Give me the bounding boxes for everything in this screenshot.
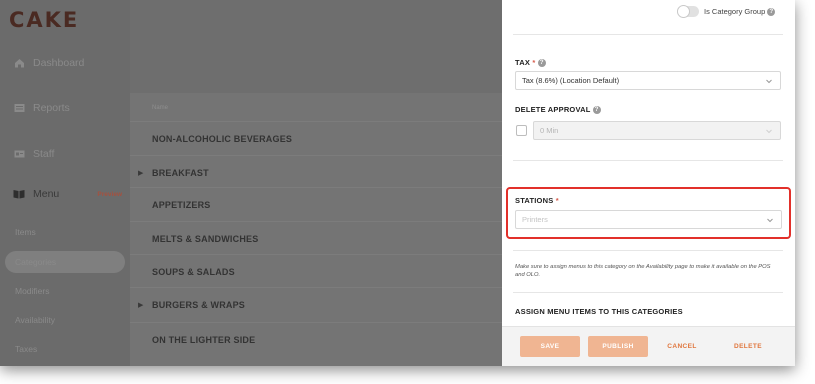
table-row[interactable]: ▶ BURGERS & WRAPS	[130, 287, 502, 321]
delete-approval-value: 0 Min	[540, 126, 559, 135]
divider	[513, 250, 783, 251]
sidebar-item-label: Menu	[33, 188, 60, 200]
help-icon[interactable]: ?	[592, 106, 601, 115]
staff-icon	[13, 149, 25, 159]
app-window: CAKE Dashboard Reports Staff Menu Previe…	[0, 0, 795, 366]
chevron-down-icon	[766, 79, 772, 84]
expand-caret-icon[interactable]: ▶	[138, 301, 143, 309]
delete-approval-label-text: DELETE APPROVAL	[515, 105, 591, 114]
category-name: ON THE LIGHTER SIDE	[152, 334, 256, 345]
sidebar-subitem-items[interactable]: Items	[0, 221, 130, 243]
category-group-label-text: Is Category Group	[704, 7, 766, 16]
table-row[interactable]: MELTS & SANDWICHES	[130, 221, 502, 255]
publish-button[interactable]: PUBLISH	[588, 336, 648, 357]
category-name: MELTS & SANDWICHES	[152, 233, 259, 244]
required-mark: *	[555, 196, 559, 205]
assign-items-heading: ASSIGN MENU ITEMS TO THIS CATEGORIES	[515, 307, 683, 316]
tax-label-text: TAX	[515, 58, 531, 67]
category-group-label: Is Category Group ?	[704, 7, 776, 17]
menu-book-icon	[13, 189, 25, 199]
toggle-knob	[677, 5, 690, 18]
help-icon[interactable]: ?	[767, 8, 776, 17]
sidebar-item-label: Staff	[33, 148, 55, 160]
delete-button[interactable]: DELETE	[720, 336, 776, 357]
sidebar-subitem-modifiers[interactable]: Modifiers	[0, 280, 130, 302]
table-row[interactable]: APPETIZERS	[130, 187, 502, 221]
stations-label-text: STATIONS	[515, 196, 554, 205]
category-name: BREAKFAST	[152, 167, 209, 178]
sidebar-item-dashboard[interactable]: Dashboard	[0, 51, 130, 75]
panel-footer: SAVE PUBLISH CANCEL DELETE	[502, 326, 795, 366]
sidebar-item-menu[interactable]: Menu Preview	[0, 182, 130, 206]
home-icon	[13, 58, 25, 68]
category-group-toggle[interactable]	[677, 5, 699, 18]
delete-approval-checkbox[interactable]	[516, 125, 527, 136]
sidebar-item-reports[interactable]: Reports	[0, 96, 130, 120]
sidebar-subitem-taxes[interactable]: Taxes	[0, 338, 130, 360]
table-row[interactable]: ON THE LIGHTER SIDE	[130, 322, 502, 356]
category-name: SOUPS & SALADS	[152, 266, 235, 277]
tax-select-value: Tax (8.6%) (Location Default)	[522, 76, 620, 85]
chevron-down-icon	[766, 129, 772, 134]
sidebar-item-staff[interactable]: Staff	[0, 142, 130, 166]
divider	[513, 292, 783, 293]
sidebar-item-label: Dashboard	[33, 57, 85, 69]
sidebar: CAKE Dashboard Reports Staff Menu Previe…	[0, 0, 130, 366]
cake-logo[interactable]: CAKE	[9, 8, 79, 32]
stations-select[interactable]: Printers	[515, 210, 782, 229]
sidebar-subitem-availability[interactable]: Availability	[0, 309, 130, 331]
table-row[interactable]: NON-ALCOHOLIC BEVERAGES	[130, 121, 502, 155]
chevron-down-icon	[767, 218, 773, 223]
sidebar-subitem-categories[interactable]: Categories	[5, 251, 125, 273]
tax-label: TAX * ?	[515, 58, 546, 68]
sidebar-item-label: Reports	[33, 102, 70, 114]
reports-icon	[13, 103, 25, 113]
stations-placeholder: Printers	[522, 215, 548, 224]
availability-note: Make sure to assign menus to this catego…	[515, 264, 771, 278]
category-name: NON-ALCOHOLIC BEVERAGES	[152, 133, 293, 144]
expand-caret-icon[interactable]: ▶	[138, 169, 143, 177]
category-name: BURGERS & WRAPS	[152, 299, 246, 310]
table-row[interactable]: SOUPS & SALADS	[130, 254, 502, 288]
tax-select[interactable]: Tax (8.6%) (Location Default)	[515, 71, 781, 90]
table-row[interactable]: ▶ BREAKFAST	[130, 155, 502, 189]
preview-badge: Preview	[97, 190, 122, 198]
delete-approval-select: 0 Min	[533, 121, 781, 140]
list-toolbar	[130, 0, 502, 93]
category-name: APPETIZERS	[152, 199, 211, 210]
column-header-name: Name	[152, 105, 169, 111]
divider	[513, 160, 783, 161]
category-list-area: Name NON-ALCOHOLIC BEVERAGES ▶ BREAKFAST…	[130, 0, 502, 366]
cancel-button[interactable]: CANCEL	[654, 336, 710, 357]
stations-label: STATIONS *	[515, 196, 559, 205]
delete-approval-label: DELETE APPROVAL ?	[515, 105, 601, 115]
required-mark: *	[532, 58, 536, 67]
divider	[513, 34, 783, 35]
help-icon[interactable]: ?	[537, 59, 546, 68]
category-edit-panel: Is Category Group ? TAX * ? Tax (8.6%) (…	[502, 0, 795, 366]
save-button[interactable]: SAVE	[520, 336, 580, 357]
